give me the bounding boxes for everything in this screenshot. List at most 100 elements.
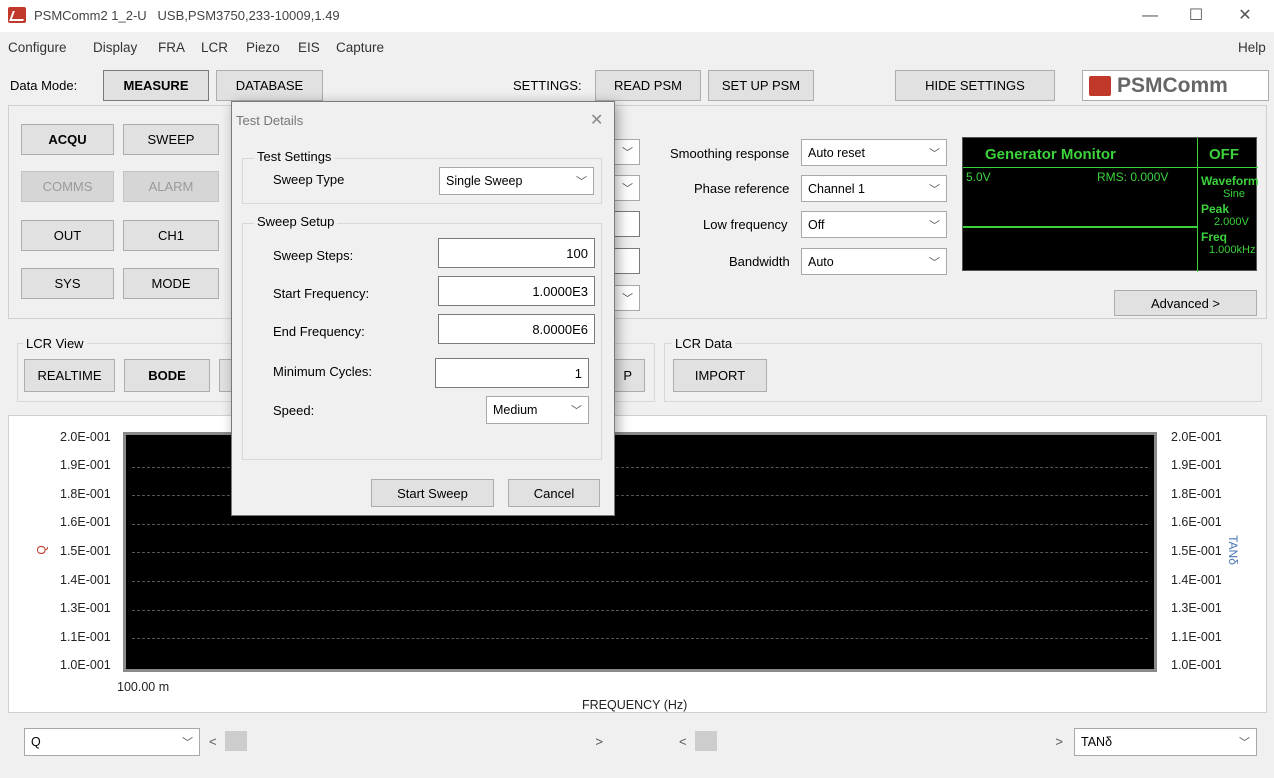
right-tick: 1.4E-001 [1171, 573, 1222, 587]
ch1-button[interactable]: CH1 [123, 220, 219, 251]
advanced-button[interactable]: Advanced > [1114, 290, 1257, 316]
start-frequency-input[interactable]: 1.0000E3 [438, 276, 595, 306]
right-scrollbar[interactable]: < > [675, 728, 1067, 754]
minimum-cycles-label: Minimum Cycles: [273, 364, 372, 379]
dialog-close-icon[interactable]: ✕ [590, 110, 603, 130]
left-trace-select[interactable]: Q ﹀ [24, 728, 200, 756]
sweep-button[interactable]: SWEEP [123, 124, 219, 155]
generator-monitor: Generator Monitor OFF 5.0V RMS: 0.000V W… [962, 137, 1259, 272]
left-tick: 1.9E-001 [60, 458, 111, 472]
bode-button[interactable]: BODE [124, 359, 210, 392]
chevron-down-icon: ﹀ [622, 147, 633, 159]
database-button[interactable]: DATABASE [216, 70, 323, 101]
right-tick: 1.1E-001 [1171, 630, 1222, 644]
sweep-setup-title: Sweep Setup [254, 214, 338, 229]
freq-value: 1.000kHz [1209, 244, 1256, 256]
mode-button[interactable]: MODE [123, 268, 219, 299]
test-settings-title: Test Settings [254, 149, 335, 164]
sweep-steps-label: Sweep Steps: [273, 248, 354, 263]
measure-button[interactable]: MEASURE [103, 70, 209, 101]
close-window-button[interactable]: ✕ [1222, 2, 1268, 30]
right-tick: 1.6E-001 [1171, 515, 1222, 529]
settings-label: SETTINGS: [513, 78, 582, 93]
speed-value: Medium [493, 403, 538, 417]
import-button[interactable]: IMPORT [673, 359, 767, 392]
lcr-view-title: LCR View [23, 336, 87, 351]
app-icon [8, 7, 26, 23]
chevron-down-icon: ﹀ [576, 176, 587, 188]
chevron-down-icon: ﹀ [622, 183, 633, 195]
low-frequency-label: Low frequency [703, 217, 788, 232]
minimum-cycles-input[interactable]: 1 [435, 358, 589, 388]
menu-lcr[interactable]: LCR [201, 40, 228, 55]
scroll-right-icon[interactable]: > [595, 734, 603, 749]
left-tick: 1.0E-001 [60, 658, 111, 672]
sweep-steps-input[interactable]: 100 [438, 238, 595, 268]
right-tick: 1.8E-001 [1171, 487, 1222, 501]
left-tick: 1.3E-001 [60, 601, 111, 615]
test-details-dialog: Test Details ✕ Test Settings Sweep Type … [231, 101, 615, 516]
start-sweep-button[interactable]: Start Sweep [371, 479, 494, 507]
smoothing-dropdown[interactable]: Auto reset ﹀ [801, 139, 947, 166]
cancel-button[interactable]: Cancel [508, 479, 600, 507]
scroll-thumb[interactable] [694, 731, 717, 751]
minimize-button[interactable]: — [1127, 2, 1173, 30]
menu-display[interactable]: Display [93, 40, 137, 55]
set-up-psm-button[interactable]: SET UP PSM [708, 70, 814, 101]
x-axis-tick: 100.00 m [117, 680, 170, 694]
maximize-button[interactable]: ☐ [1173, 2, 1219, 30]
menu-configure[interactable]: Configure [8, 40, 67, 55]
scroll-left-icon[interactable]: < [209, 734, 217, 749]
realtime-button[interactable]: REALTIME [24, 359, 115, 392]
scroll-right-icon[interactable]: > [1055, 734, 1063, 749]
bandwidth-value: Auto [808, 254, 834, 269]
end-frequency-label: End Frequency: [273, 324, 365, 339]
sys-button[interactable]: SYS [21, 268, 114, 299]
speed-dropdown[interactable]: Medium ﹀ [486, 396, 589, 424]
right-axis-label: TANδ [1225, 535, 1240, 565]
right-tick: 1.9E-001 [1171, 458, 1222, 472]
monitor-vertical-divider [1197, 138, 1198, 272]
comms-button[interactable]: COMMS [21, 171, 114, 202]
low-frequency-dropdown[interactable]: Off ﹀ [801, 211, 947, 238]
right-tick: 1.5E-001 [1171, 544, 1222, 558]
sweep-type-label: Sweep Type [273, 172, 345, 187]
right-trace-select[interactable]: TANδ ﹀ [1074, 728, 1257, 756]
logo-icon [1089, 75, 1111, 96]
peak-label: Peak [1201, 202, 1230, 216]
alarm-button[interactable]: ALARM [123, 171, 219, 202]
menu-piezo[interactable]: Piezo [246, 40, 280, 55]
acqu-button[interactable]: ACQU [21, 124, 114, 155]
scroll-thumb[interactable] [224, 731, 247, 751]
bandwidth-dropdown[interactable]: Auto ﹀ [801, 248, 947, 275]
left-trace-value: Q [31, 735, 41, 749]
generator-rms: RMS: 0.000V [1097, 170, 1169, 184]
logo-text: PSMComm [1117, 73, 1228, 97]
menu-eis[interactable]: EIS [298, 40, 320, 55]
waveform-value: Sine [1223, 188, 1246, 200]
chevron-down-icon: ﹀ [929, 219, 940, 232]
left-tick: 1.4E-001 [60, 573, 111, 587]
menu-fra[interactable]: FRA [158, 40, 185, 55]
menu-help[interactable]: Help [1238, 40, 1266, 55]
end-frequency-input[interactable]: 8.0000E6 [438, 314, 595, 344]
generator-status: OFF [1209, 146, 1239, 163]
left-tick: 1.1E-001 [60, 630, 111, 644]
grid-line [132, 638, 1148, 639]
left-tick: 2.0E-001 [60, 430, 111, 444]
hide-settings-button[interactable]: HIDE SETTINGS [895, 70, 1055, 101]
menu-capture[interactable]: Capture [336, 40, 384, 55]
left-scrollbar[interactable]: < > [205, 728, 607, 754]
read-psm-button[interactable]: READ PSM [595, 70, 701, 101]
scroll-left-icon[interactable]: < [679, 734, 687, 749]
right-tick: 2.0E-001 [1171, 430, 1222, 444]
chevron-down-icon: ﹀ [929, 183, 940, 196]
out-button[interactable]: OUT [21, 220, 114, 251]
left-tick: 1.6E-001 [60, 515, 111, 529]
chevron-down-icon: ﹀ [182, 737, 193, 749]
generator-voltage: 5.0V [966, 170, 991, 184]
phase-reference-dropdown[interactable]: Channel 1 ﹀ [801, 175, 947, 202]
chevron-down-icon: ﹀ [571, 405, 582, 417]
sweep-type-dropdown[interactable]: Single Sweep ﹀ [439, 167, 594, 195]
chevron-down-icon: ﹀ [929, 147, 940, 160]
